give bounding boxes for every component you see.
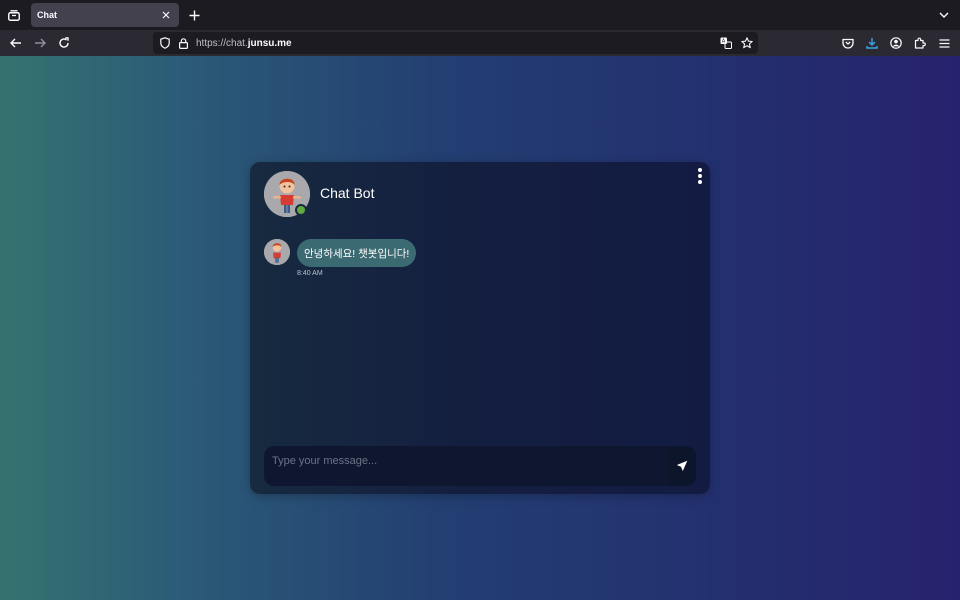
pocket-icon[interactable] [837, 32, 859, 54]
page-background: Chat Bot 안녕하세요! 챗봇입니다! 8:40 AM [0, 56, 960, 600]
close-icon[interactable] [157, 6, 175, 24]
tab-chat[interactable]: Chat [31, 3, 179, 27]
navigation-bar: https://chat.junsu.me A [0, 30, 960, 56]
message-bubble: 안녕하세요! 챗봇입니다! [297, 239, 417, 267]
account-icon[interactable] [885, 32, 907, 54]
translate-icon[interactable]: A [716, 32, 736, 54]
hamburger-menu-icon[interactable] [933, 32, 955, 54]
forward-arrow-icon[interactable] [29, 32, 51, 54]
svg-text:A: A [722, 39, 726, 45]
url-domain: junsu.me [247, 37, 292, 49]
bot-name: Chat Bot [320, 185, 375, 201]
message-input[interactable] [264, 446, 668, 486]
url-bar[interactable]: https://chat.junsu.me A [153, 32, 758, 54]
url-subdomain: chat. [226, 37, 248, 49]
shield-icon[interactable] [156, 32, 174, 54]
download-icon[interactable] [861, 32, 883, 54]
tab-title: Chat [37, 10, 57, 20]
url-scheme: https:// [196, 37, 227, 49]
chat-window: Chat Bot 안녕하세요! 챗봇입니다! 8:40 AM [250, 162, 710, 494]
lock-icon[interactable] [174, 32, 192, 54]
send-icon [676, 460, 688, 471]
star-icon[interactable] [736, 32, 758, 54]
send-button[interactable] [668, 446, 696, 486]
url-text[interactable]: https://chat.junsu.me [196, 38, 716, 49]
chevron-down-icon[interactable] [934, 5, 954, 25]
message-timestamp: 8:40 AM [297, 270, 323, 277]
reload-icon[interactable] [53, 32, 75, 54]
plus-icon[interactable] [184, 5, 204, 25]
tab-bar: Chat [0, 0, 960, 30]
more-vertical-icon[interactable] [694, 168, 706, 184]
message-composer [264, 446, 696, 486]
tab-list-icon[interactable] [2, 4, 26, 26]
back-arrow-icon[interactable] [5, 32, 27, 54]
message-avatar [264, 239, 290, 265]
puzzle-icon[interactable] [909, 32, 931, 54]
online-status-indicator [295, 204, 307, 216]
